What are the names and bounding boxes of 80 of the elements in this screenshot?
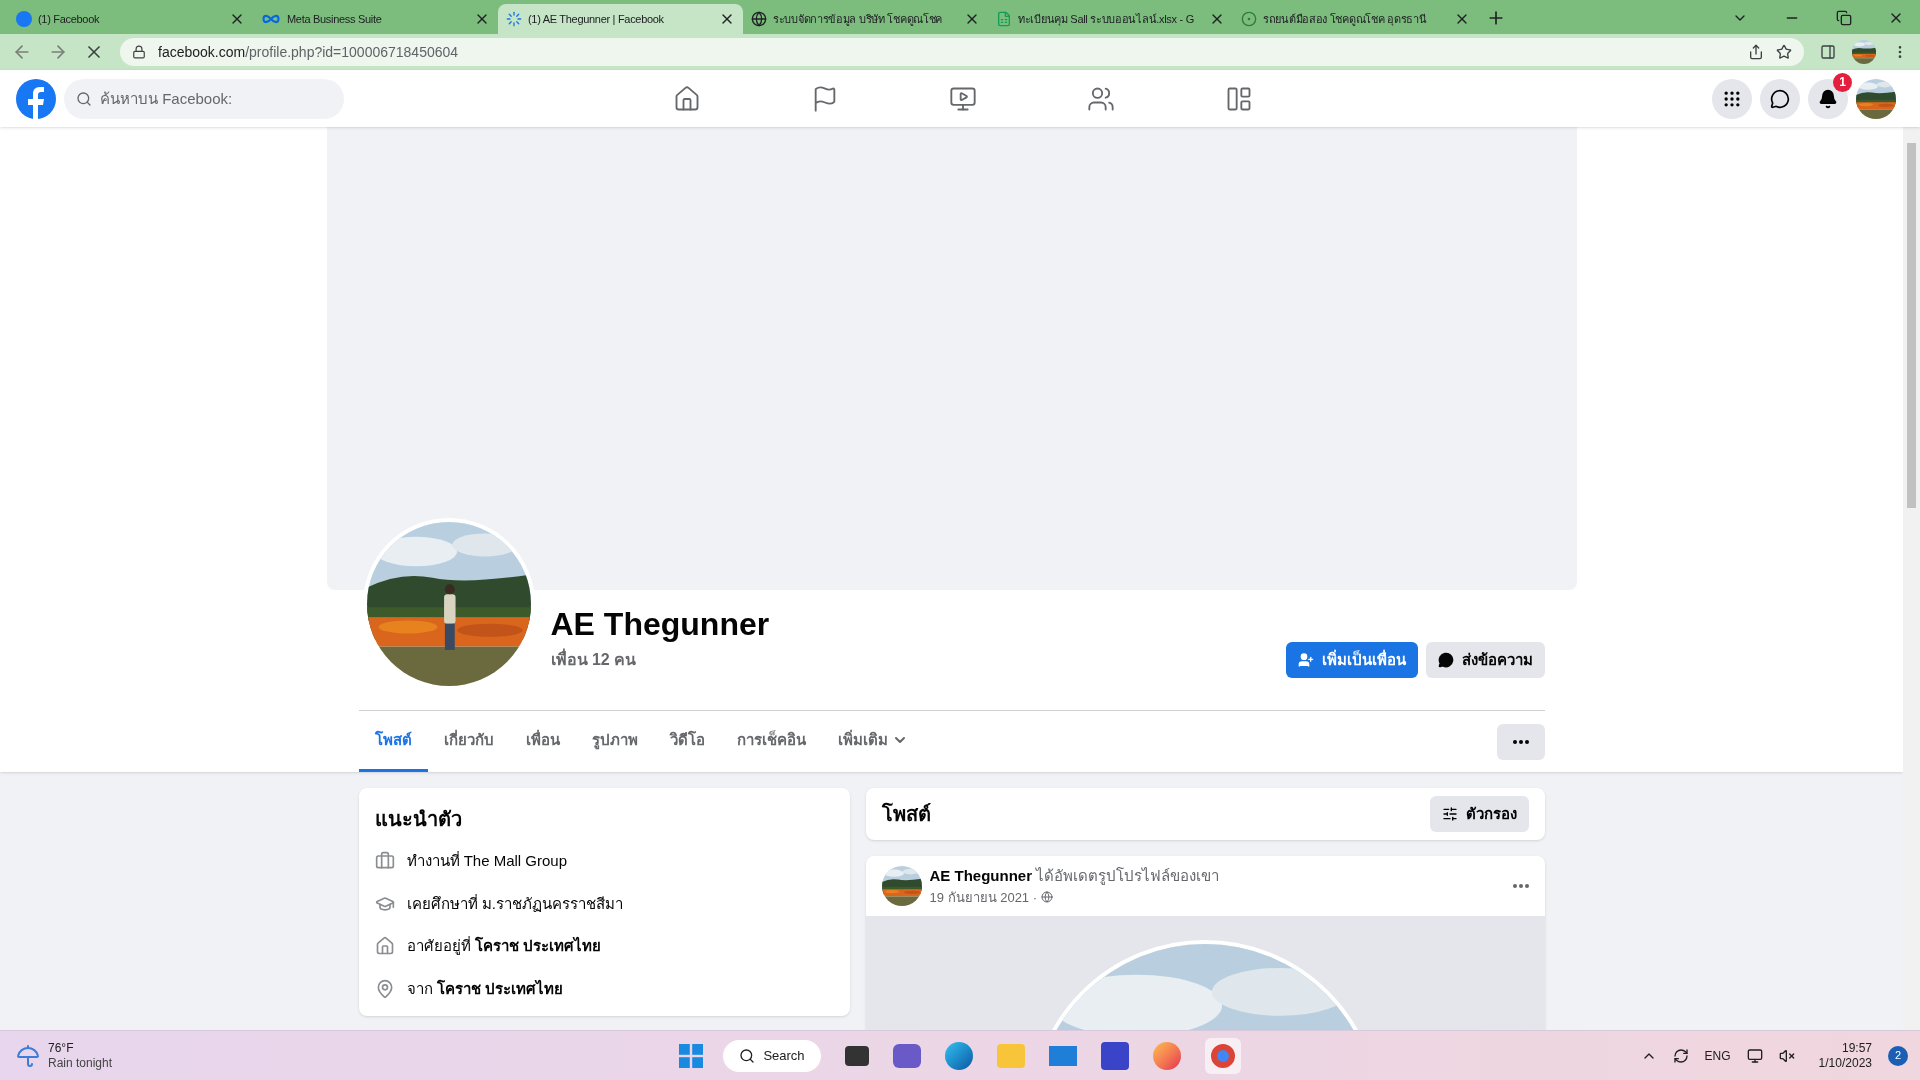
tab-title: Meta Business Suite xyxy=(287,11,382,27)
profile-tab[interactable]: วิดีโอ xyxy=(653,711,721,772)
profile-tab[interactable]: รูปภาพ xyxy=(575,711,654,772)
menu-button[interactable] xyxy=(1712,78,1752,119)
globe-icon xyxy=(751,11,767,27)
search-field[interactable]: ค้นหาบน Facebook: xyxy=(64,78,344,119)
house-icon xyxy=(374,936,395,957)
lock-icon xyxy=(132,45,146,59)
home-icon[interactable] xyxy=(673,84,701,113)
tab-title: ทะเบียนคุม Sall ระบบออนไลน์.xlsx - G xyxy=(1018,11,1194,28)
clock-time[interactable]: 19:57 xyxy=(1841,1040,1872,1056)
muted-speaker-icon[interactable] xyxy=(1778,1047,1795,1064)
notifications-button[interactable] xyxy=(1808,78,1848,119)
scrollbar[interactable] xyxy=(1903,127,1920,1030)
globe-icon xyxy=(1041,891,1054,904)
infinity-icon xyxy=(261,13,281,25)
search-icon xyxy=(76,90,92,107)
account-avatar[interactable] xyxy=(1856,78,1896,119)
intro-detail: อาศัยอยู่ที่ โคราช ประเทศไทย xyxy=(406,935,601,957)
intro-title: แนะนำตัว xyxy=(374,807,463,832)
bell-icon xyxy=(1818,88,1838,109)
messenger-button[interactable] xyxy=(1760,78,1800,119)
tab-title: (1) Facebook xyxy=(38,11,100,27)
restore-icon[interactable] xyxy=(1836,10,1852,26)
intro-detail: ทำงานที่ The Mall Group xyxy=(406,850,568,871)
url-text: facebook.com/profile.php?id=100006718450604 xyxy=(158,42,460,62)
language-indicator[interactable]: ENG xyxy=(1704,1046,1731,1065)
post-author-avatar[interactable] xyxy=(881,866,922,906)
side-panel-icon[interactable] xyxy=(1820,44,1836,60)
weather-text: Rain tonight xyxy=(48,1055,113,1071)
messenger-icon xyxy=(1770,88,1790,109)
tab-title: รถยนต์มือสอง โชคดูณโชค อุดรธานี xyxy=(1263,11,1427,28)
tab-title: ระบบจัดการข้อมูล บริษัท โชคดูณโชค xyxy=(773,11,942,28)
browser-tab[interactable]: (1) Facebook xyxy=(8,4,253,34)
notification-badge[interactable]: 2 xyxy=(1888,1045,1908,1066)
sync-icon[interactable] xyxy=(1672,1047,1689,1064)
profile-avatar[interactable] xyxy=(1852,40,1876,64)
browser-tab[interactable]: (1) AE Thegunner | Facebook xyxy=(498,4,743,34)
profile-tab[interactable]: โพสต์ xyxy=(358,711,428,772)
posts-title: โพสต์ xyxy=(881,801,932,827)
profile-tab[interactable]: เพื่อน xyxy=(509,711,576,772)
profile-tab[interactable]: การเช็คอิน xyxy=(720,711,822,772)
add-person-icon xyxy=(1297,652,1314,668)
more-options-button[interactable] xyxy=(1496,723,1545,760)
intro-detail: จาก โคราช ประเทศไทย xyxy=(406,978,563,999)
profile-name: AE Thegunner xyxy=(550,605,770,644)
taskbar-search[interactable]: Search xyxy=(723,1039,821,1072)
spreadsheet-icon xyxy=(996,11,1012,27)
share-icon[interactable] xyxy=(1748,44,1764,60)
add-friend-button[interactable]: เพิ่มเป็นเพื่อน xyxy=(1285,642,1418,678)
notification-badge: 1 xyxy=(1833,72,1852,92)
search-icon xyxy=(739,1047,756,1064)
tab-title: (1) AE Thegunner | Facebook xyxy=(528,11,664,27)
more-icon xyxy=(1512,739,1529,744)
start-icon[interactable] xyxy=(679,1043,704,1068)
post-date[interactable]: 19 กันยายน 2021 · xyxy=(929,887,1038,907)
messenger-icon xyxy=(1437,652,1454,668)
profile-tab[interactable]: เกี่ยวกับ xyxy=(427,711,510,772)
address-bar[interactable]: facebook.com/profile.php?id=100006718450604 xyxy=(120,38,1804,66)
browser-tab[interactable]: ทะเบียนคุม Sall ระบบออนไลน์.xlsx - G xyxy=(988,4,1233,34)
profile-tab[interactable]: เพิ่มเติม xyxy=(821,711,924,772)
intro-detail: เคยศึกษาที่ ม.ราชภัฏนครราชสีมา xyxy=(406,893,623,914)
message-button[interactable]: ส่งข้อความ xyxy=(1425,642,1545,678)
browser-tab[interactable]: รถยนต์มือสอง โชคดูณโชค อุดรธานี xyxy=(1233,4,1478,34)
filter-icon xyxy=(1441,806,1458,822)
friend-count[interactable]: เพื่อน 12 คน xyxy=(550,648,770,672)
facebook-logo[interactable] xyxy=(16,78,56,119)
briefcase-icon xyxy=(374,851,395,872)
browser-tab[interactable]: ระบบจัดการข้อมูล บริษัท โชคดูณโชค xyxy=(743,4,988,34)
bookmark-star-icon[interactable] xyxy=(1776,44,1792,60)
rain-icon[interactable] xyxy=(16,1043,40,1068)
clock-date[interactable]: 1/10/2023 xyxy=(1818,1055,1872,1071)
filter-button[interactable]: ตัวกรอง xyxy=(1429,796,1529,832)
site-icon xyxy=(1241,11,1257,27)
loading-icon xyxy=(506,11,522,27)
post-headline: AE Thegunner ได้อัพเดตรูปโปรไฟล์ของเขา xyxy=(929,866,1221,887)
temperature: 76°F xyxy=(48,1040,75,1056)
browser-tab[interactable]: Meta Business Suite xyxy=(253,4,498,34)
more-options-icon[interactable] xyxy=(1512,884,1529,888)
network-icon[interactable] xyxy=(1746,1047,1763,1064)
